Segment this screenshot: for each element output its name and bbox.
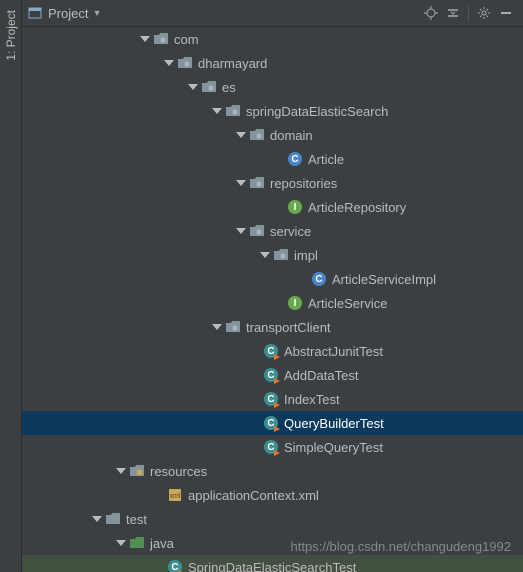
resources-folder-icon [130,465,144,477]
gear-icon[interactable] [473,2,495,24]
tree-item-label: AbstractJunitTest [284,344,383,359]
package-icon [250,177,264,189]
dropdown-arrow-icon[interactable]: ▾ [94,8,99,19]
tree-item-label: ArticleRepository [308,200,406,215]
chevron-down-icon[interactable] [140,36,150,42]
chevron-down-icon[interactable] [236,228,246,234]
tree-row[interactable]: dharmayard [22,51,523,75]
interface-icon: I [288,296,302,310]
tree-row[interactable]: I ArticleService [22,291,523,315]
tree-row[interactable]: C IndexTest [22,387,523,411]
toolbar-title[interactable]: Project [48,6,88,21]
package-icon [250,129,264,141]
tree-item-label: SimpleQueryTest [284,440,383,455]
collapse-icon[interactable] [442,2,464,24]
tree-row[interactable]: springDataElasticSearch [22,99,523,123]
tree-row[interactable]: service [22,219,523,243]
hide-icon[interactable] [495,2,517,24]
package-icon [274,249,288,261]
chevron-down-icon[interactable] [116,540,126,546]
tree-row[interactable]: com [22,27,523,51]
tree-row[interactable]: C ArticleServiceImpl [22,267,523,291]
tree-row[interactable]: C SimpleQueryTest [22,435,523,459]
vertical-tool-tabs: 1: Project [0,0,22,572]
tree-item-label: Article [308,152,344,167]
tree-row[interactable]: C QueryBuilderTest [22,411,523,435]
tree-row[interactable]: domain [22,123,523,147]
tree-row[interactable]: I ArticleRepository [22,195,523,219]
chevron-down-icon[interactable] [188,84,198,90]
tree-row[interactable]: C AddDataTest [22,363,523,387]
chevron-down-icon[interactable] [212,324,222,330]
project-tree[interactable]: com dharmayard es springDataElasticSearch do… [22,27,523,572]
package-icon [226,321,240,333]
tree-row[interactable]: test [22,507,523,531]
tree-row[interactable]: repositories [22,171,523,195]
tree-item-label: ArticleService [308,296,387,311]
tree-row[interactable]: transportClient [22,315,523,339]
tree-item-label: transportClient [246,320,331,335]
tree-row[interactable]: es [22,75,523,99]
interface-icon: I [288,200,302,214]
tree-row[interactable]: java [22,531,523,555]
svg-text:xml: xml [170,493,181,500]
runnable-class-icon: C [264,344,278,358]
runnable-class-icon: C [264,440,278,454]
tree-item-label: test [126,512,147,527]
tree-item-label: springDataElasticSearch [246,104,388,119]
project-toolbar: Project ▾ [22,0,523,27]
runnable-class-icon: C [264,416,278,430]
runnable-class-icon: C [264,368,278,382]
chevron-down-icon[interactable] [212,108,222,114]
runnable-class-icon: C [264,392,278,406]
tree-item-label: service [270,224,311,239]
tree-item-label: QueryBuilderTest [284,416,384,431]
tree-item-label: com [174,32,199,47]
package-icon [178,57,192,69]
chevron-down-icon[interactable] [164,60,174,66]
package-icon [202,81,216,93]
package-icon [226,105,240,117]
tree-item-label: impl [294,248,318,263]
class-icon: C [288,152,302,166]
tree-row[interactable]: impl [22,243,523,267]
tree-item-label: IndexTest [284,392,340,407]
chevron-down-icon[interactable] [92,516,102,522]
tree-row[interactable]: C Article [22,147,523,171]
folder-icon [106,513,120,525]
tree-item-label: domain [270,128,313,143]
chevron-down-icon[interactable] [260,252,270,258]
tree-item-label: java [150,536,174,551]
runnable-class-icon: C [168,560,182,572]
tree-item-label: applicationContext.xml [188,488,319,503]
tree-row[interactable]: xml applicationContext.xml [22,483,523,507]
locate-icon[interactable] [420,2,442,24]
class-icon: C [312,272,326,286]
tree-item-label: es [222,80,236,95]
tree-item-label: dharmayard [198,56,267,71]
tree-item-label: ArticleServiceImpl [332,272,436,287]
tree-item-label: SpringDataElasticSearchTest [188,560,356,572]
tree-item-label: AddDataTest [284,368,358,383]
chevron-down-icon[interactable] [116,468,126,474]
package-icon [250,225,264,237]
chevron-down-icon[interactable] [236,132,246,138]
project-icon [28,6,42,20]
tree-item-label: repositories [270,176,337,191]
chevron-down-icon[interactable] [236,180,246,186]
project-tool-tab[interactable]: 1: Project [2,4,20,67]
xml-file-icon: xml [168,488,182,502]
tree-row[interactable]: C SpringDataElasticSearchTest [22,555,523,572]
tree-row[interactable]: C AbstractJunitTest [22,339,523,363]
package-icon [154,33,168,45]
test-source-folder-icon [130,537,144,549]
tree-row[interactable]: resources [22,459,523,483]
tree-item-label: resources [150,464,207,479]
